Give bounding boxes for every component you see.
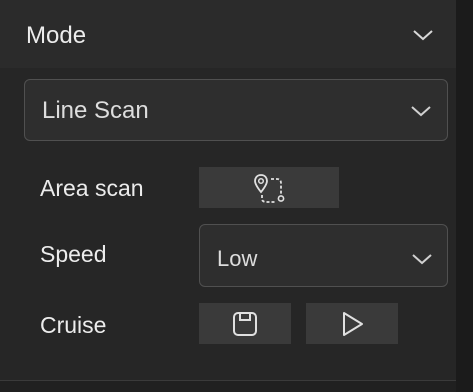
area-scan-button[interactable] [199, 167, 339, 208]
cruise-play-button[interactable] [306, 303, 398, 344]
route-path-icon [254, 174, 285, 203]
area-scan-label: Area scan [40, 175, 144, 201]
cruise-save-button[interactable] [199, 303, 291, 344]
chevron-down-icon[interactable] [411, 27, 435, 43]
speed-select-value: Low [217, 246, 258, 271]
side-gutter [456, 0, 473, 392]
section-title: Mode [26, 22, 87, 49]
save-icon [233, 312, 257, 336]
chevron-down-icon [412, 254, 432, 265]
speed-label: Speed [40, 241, 107, 267]
mode-select[interactable]: Line Scan [24, 79, 448, 141]
play-icon [343, 312, 363, 336]
cruise-label: Cruise [40, 312, 107, 338]
mode-panel: Mode Line Scan Area scan Speed Low Cruis… [0, 0, 456, 380]
mode-section-header[interactable]: Mode [0, 0, 456, 68]
chevron-down-icon [411, 106, 431, 117]
speed-select[interactable]: Low [199, 224, 448, 287]
next-section-divider [0, 380, 456, 392]
mode-select-value: Line Scan [42, 97, 149, 124]
